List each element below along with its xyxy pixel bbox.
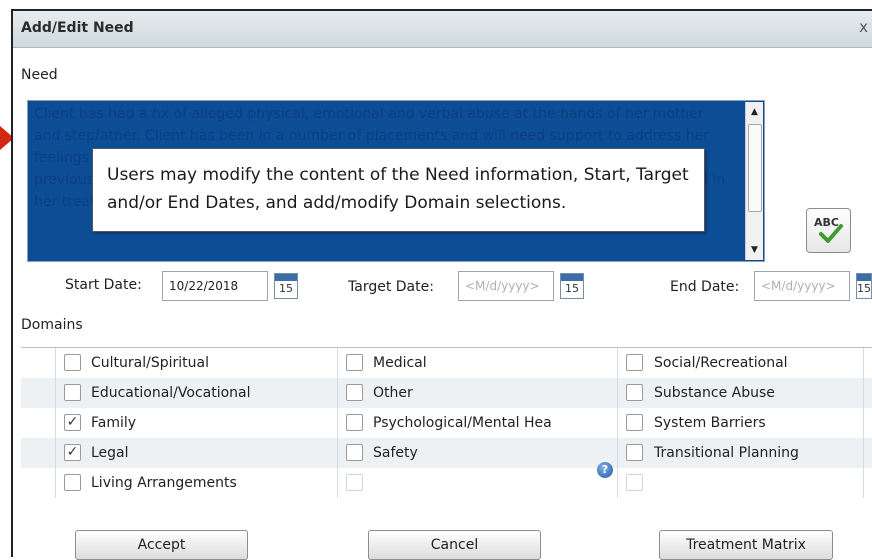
domain-checkbox-family[interactable]: ✓: [64, 414, 81, 431]
domain-label-safety: Safety: [373, 445, 418, 461]
domain-checkbox-psychological-mental-health[interactable]: [346, 414, 363, 431]
domains-grid: Cultural/Spiritual Educational/Vocationa…: [21, 347, 872, 508]
target-date-input[interactable]: [458, 271, 554, 301]
start-date-calendar-icon[interactable]: 15: [274, 273, 298, 299]
end-date-input[interactable]: [754, 271, 850, 301]
domain-label-cultural-spiritual: Cultural/Spiritual: [91, 355, 209, 371]
scroll-down-arrow-icon[interactable]: ▼: [746, 242, 763, 258]
callout-text: Users may modify the content of the Need…: [107, 165, 689, 213]
domain-label-transitional-planning: Transitional Planning: [654, 445, 799, 461]
domain-checkbox-safety[interactable]: [346, 444, 363, 461]
domain-label-system-barriers: System Barriers: [654, 415, 766, 431]
target-date-calendar-icon[interactable]: 15: [560, 273, 584, 299]
domain-label-psychological-mental-health: Psychological/Mental Hea: [373, 415, 552, 431]
add-edit-need-dialog: Add/Edit Need x Need Client has had a hx…: [11, 9, 872, 560]
domain-label-legal: Legal: [91, 445, 129, 461]
domain-checkbox-transitional-planning[interactable]: [626, 444, 643, 461]
domains-label: Domains: [21, 317, 83, 333]
dialog-title: Add/Edit Need: [21, 20, 134, 36]
treatment-matrix-button[interactable]: Treatment Matrix: [659, 530, 833, 560]
instruction-callout: Users may modify the content of the Need…: [92, 148, 705, 232]
domain-checkbox-empty[interactable]: [626, 474, 643, 491]
scroll-up-arrow-icon[interactable]: ▲: [746, 104, 763, 120]
need-label: Need: [21, 67, 58, 83]
dialog-titlebar: Add/Edit Need x: [13, 11, 872, 48]
domain-checkbox-living-arrangements[interactable]: [64, 474, 81, 491]
help-icon[interactable]: ?: [597, 462, 613, 478]
need-scrollbar[interactable]: ▲ ▼: [745, 102, 763, 260]
domain-checkbox-substance-abuse[interactable]: [626, 384, 643, 401]
close-button[interactable]: x: [859, 18, 868, 36]
start-date-label: Start Date:: [65, 277, 142, 293]
domain-label-social-recreational: Social/Recreational: [654, 355, 788, 371]
domain-checkbox-social-recreational[interactable]: [626, 354, 643, 371]
domain-checkbox-system-barriers[interactable]: [626, 414, 643, 431]
spell-check-button[interactable]: ABC: [806, 208, 851, 253]
domain-checkbox-other[interactable]: [346, 384, 363, 401]
domain-label-other: Other: [373, 385, 413, 401]
scroll-thumb[interactable]: [748, 124, 762, 212]
check-mark-icon: [819, 224, 843, 243]
domain-label-educational-vocational: Educational/Vocational: [91, 385, 251, 401]
domain-checkbox-legal[interactable]: ✓: [64, 444, 81, 461]
accept-button[interactable]: Accept: [75, 530, 248, 560]
domain-checkbox-educational-vocational[interactable]: [64, 384, 81, 401]
start-date-input[interactable]: [162, 271, 268, 301]
end-date-label: End Date:: [670, 279, 740, 295]
domain-label-family: Family: [91, 415, 137, 431]
domain-label-living-arrangements: Living Arrangements: [91, 475, 237, 491]
domain-label-substance-abuse: Substance Abuse: [654, 385, 775, 401]
cancel-button[interactable]: Cancel: [368, 530, 541, 560]
domain-label-medical: Medical: [373, 355, 427, 371]
domain-checkbox-empty[interactable]: [346, 474, 363, 491]
end-date-calendar-icon[interactable]: 15: [856, 273, 872, 299]
domain-checkbox-medical[interactable]: [346, 354, 363, 371]
target-date-label: Target Date:: [348, 279, 434, 295]
domain-checkbox-cultural-spiritual[interactable]: [64, 354, 81, 371]
